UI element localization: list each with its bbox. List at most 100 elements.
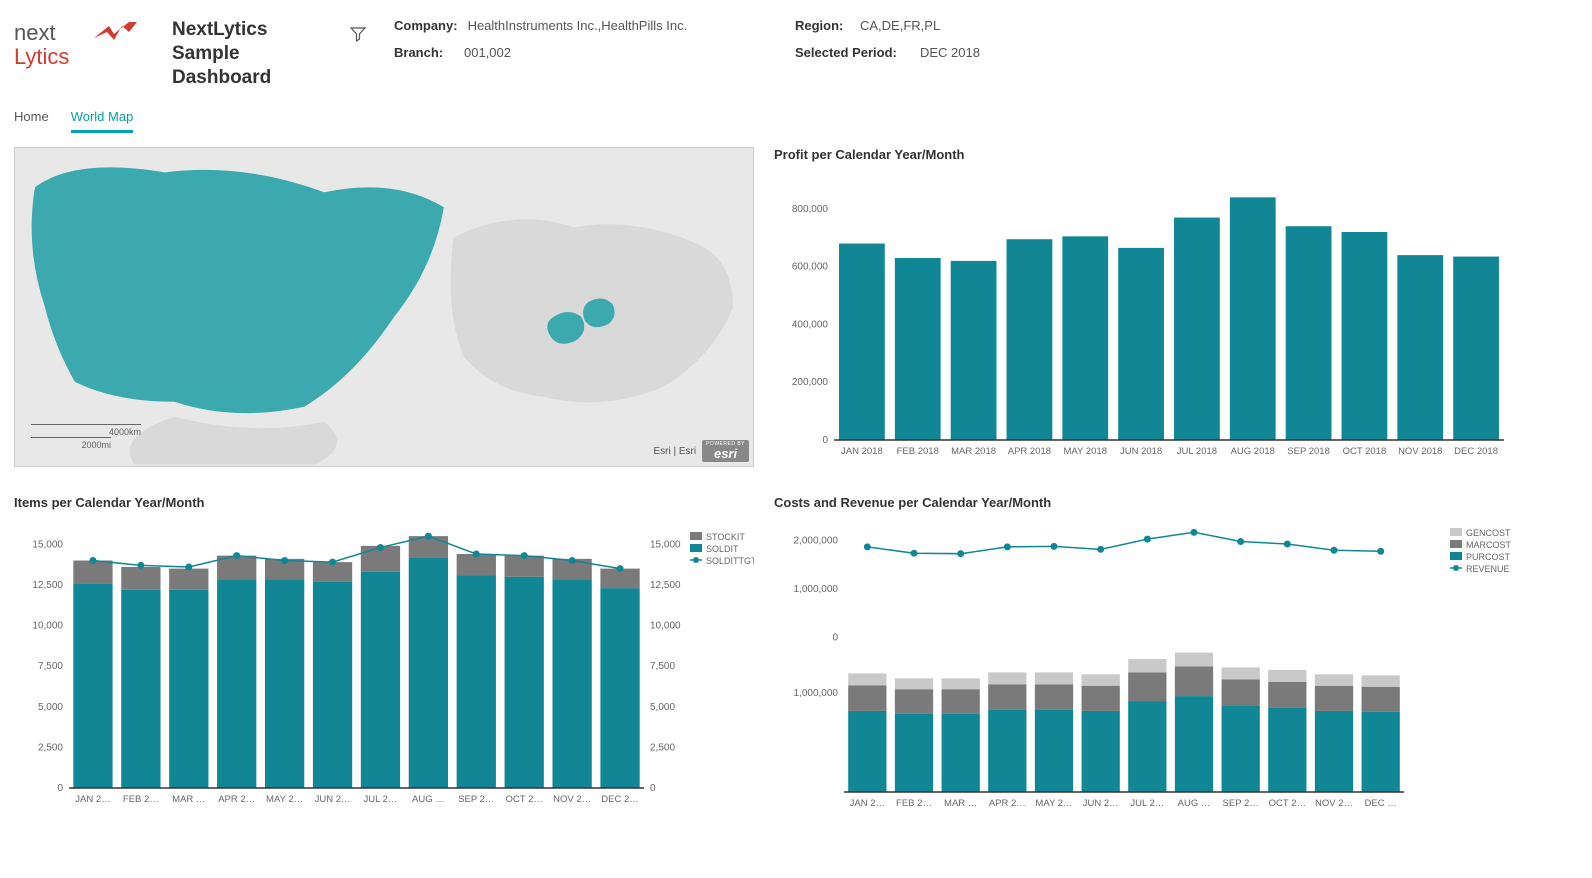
svg-text:MAY 2…: MAY 2… bbox=[266, 794, 303, 805]
svg-text:SEP 2018: SEP 2018 bbox=[1287, 446, 1330, 457]
svg-text:AUG …: AUG … bbox=[412, 794, 445, 805]
profit-title: Profit per Calendar Year/Month bbox=[774, 147, 1514, 162]
svg-text:15,000: 15,000 bbox=[32, 540, 63, 551]
esri-logo: esri bbox=[714, 447, 737, 460]
tab-home[interactable]: Home bbox=[14, 109, 49, 133]
svg-text:0: 0 bbox=[832, 633, 838, 644]
map-attribution: Esri | Esri POWERED BY esri bbox=[653, 440, 749, 462]
branch-label: Branch: bbox=[394, 45, 454, 60]
svg-text:JUN 2018: JUN 2018 bbox=[1120, 446, 1162, 457]
header: next Lytics NextLytics Sample Dashboard … bbox=[14, 8, 1578, 95]
svg-text:MAR …: MAR … bbox=[172, 794, 205, 805]
svg-text:FEB 2…: FEB 2… bbox=[896, 798, 932, 809]
svg-text:AUG 2018: AUG 2018 bbox=[1231, 446, 1275, 457]
svg-text:JUL 2…: JUL 2… bbox=[363, 794, 397, 805]
region-label: Region: bbox=[795, 18, 850, 33]
svg-text:7,500: 7,500 bbox=[650, 661, 675, 672]
svg-text:15,000: 15,000 bbox=[650, 540, 681, 551]
period-label: Selected Period: bbox=[795, 45, 910, 60]
svg-text:OCT 2…: OCT 2… bbox=[1269, 798, 1306, 809]
map-panel: 4000km 2000mi Esri | Esri POWERED BY esr… bbox=[14, 147, 754, 475]
filter-icon[interactable] bbox=[350, 18, 366, 47]
svg-text:STOCKIT: STOCKIT bbox=[706, 532, 745, 542]
attribution-text: Esri | Esri bbox=[653, 446, 696, 457]
profit-panel: Profit per Calendar Year/Month 0 200,000 4… bbox=[774, 147, 1514, 475]
svg-text:5,000: 5,000 bbox=[650, 702, 675, 713]
svg-text:2,500: 2,500 bbox=[38, 743, 63, 754]
profit-chart[interactable]: 0 200,000 400,000 600,000 800,000 JAN 2018 FEB… bbox=[774, 170, 1514, 475]
svg-text:APR 2018: APR 2018 bbox=[1008, 446, 1051, 457]
map-scalebar: 4000km 2000mi bbox=[31, 424, 141, 450]
svg-text:JAN 2…: JAN 2… bbox=[850, 798, 885, 809]
svg-text:800,000: 800,000 bbox=[792, 204, 829, 215]
svg-text:JUL 2…: JUL 2… bbox=[1130, 798, 1164, 809]
svg-text:1,000,000: 1,000,000 bbox=[794, 688, 839, 699]
svg-text:FEB 2018: FEB 2018 bbox=[897, 446, 939, 457]
company-label: Company: bbox=[394, 18, 458, 33]
svg-text:10,000: 10,000 bbox=[650, 621, 681, 632]
scale-km: 4000km bbox=[31, 427, 141, 437]
svg-text:MAR 2018: MAR 2018 bbox=[951, 446, 996, 457]
svg-text:OCT 2…: OCT 2… bbox=[506, 794, 543, 805]
tab-world-map[interactable]: World Map bbox=[71, 109, 134, 133]
svg-text:10,000: 10,000 bbox=[32, 621, 63, 632]
svg-text:JUN 2…: JUN 2… bbox=[315, 794, 351, 805]
svg-text:FEB 2…: FEB 2… bbox=[123, 794, 159, 805]
world-map[interactable]: 4000km 2000mi Esri | Esri POWERED BY esr… bbox=[14, 147, 754, 467]
svg-text:DEC …: DEC … bbox=[1365, 798, 1397, 809]
svg-text:JUN 2…: JUN 2… bbox=[1083, 798, 1119, 809]
svg-text:400,000: 400,000 bbox=[792, 320, 829, 331]
svg-text:PURCOST: PURCOST bbox=[1466, 552, 1511, 562]
svg-text:MAY 2018: MAY 2018 bbox=[1064, 446, 1107, 457]
region-value: CA,DE,FR,PL bbox=[860, 18, 940, 33]
svg-text:NOV 2…: NOV 2… bbox=[1315, 798, 1353, 809]
scale-mi: 2000mi bbox=[31, 440, 111, 450]
svg-text:MAR …: MAR … bbox=[944, 798, 977, 809]
filter-summary-left: Company: HealthInstruments Inc.,HealthPi… bbox=[384, 18, 1578, 60]
svg-text:OCT 2018: OCT 2018 bbox=[1343, 446, 1387, 457]
svg-text:5,000: 5,000 bbox=[38, 702, 63, 713]
items-title: Items per Calendar Year/Month bbox=[14, 495, 754, 510]
period-value: DEC 2018 bbox=[920, 45, 980, 60]
svg-text:1,000,000: 1,000,000 bbox=[794, 584, 839, 595]
company-value: HealthInstruments Inc.,HealthPills Inc. bbox=[468, 18, 688, 33]
svg-text:SOLDITTGT: SOLDITTGT bbox=[706, 556, 754, 566]
svg-text:JAN 2…: JAN 2… bbox=[75, 794, 110, 805]
svg-text:Lytics: Lytics bbox=[14, 44, 69, 69]
logo: next Lytics bbox=[14, 18, 154, 70]
svg-text:SEP 2…: SEP 2… bbox=[1223, 798, 1259, 809]
items-chart[interactable]: 0 0 2,500 2,500 5,000 5,000 7,500 7,500 10,000 10… bbox=[14, 518, 754, 823]
svg-text:7,500: 7,500 bbox=[38, 661, 63, 672]
svg-text:2,500: 2,500 bbox=[650, 743, 675, 754]
page-title: NextLytics Sample Dashboard bbox=[172, 18, 332, 89]
svg-text:0: 0 bbox=[650, 783, 656, 794]
filter-summary-right: Region: CA,DE,FR,PL Selected Period: DEC… bbox=[795, 18, 980, 60]
svg-text:12,500: 12,500 bbox=[32, 580, 63, 591]
svg-text:12,500: 12,500 bbox=[650, 580, 681, 591]
svg-text:DEC 2…: DEC 2… bbox=[601, 794, 638, 805]
svg-text:NOV 2…: NOV 2… bbox=[553, 794, 591, 805]
svg-text:SEP 2…: SEP 2… bbox=[458, 794, 494, 805]
costs-chart[interactable]: 0 1,000,000 2,000,000 1,000,000 JAN 2… FEB 2…… bbox=[774, 518, 1514, 823]
svg-text:APR 2…: APR 2… bbox=[218, 794, 255, 805]
svg-text:JUL 2018: JUL 2018 bbox=[1177, 446, 1217, 457]
svg-text:MAY 2…: MAY 2… bbox=[1035, 798, 1072, 809]
svg-text:600,000: 600,000 bbox=[792, 262, 829, 273]
svg-text:DEC 2018: DEC 2018 bbox=[1454, 446, 1498, 457]
svg-text:NOV 2018: NOV 2018 bbox=[1398, 446, 1442, 457]
items-panel: Items per Calendar Year/Month 0 0 2,500 2,5… bbox=[14, 495, 754, 823]
svg-text:200,000: 200,000 bbox=[792, 377, 829, 388]
svg-text:JAN 2018: JAN 2018 bbox=[841, 446, 883, 457]
svg-text:REVENUE: REVENUE bbox=[1466, 564, 1510, 574]
svg-text:APR 2…: APR 2… bbox=[989, 798, 1026, 809]
svg-text:GENCOST: GENCOST bbox=[1466, 528, 1511, 538]
svg-text:next: next bbox=[14, 20, 56, 45]
costs-panel: Costs and Revenue per Calendar Year/Mont… bbox=[774, 495, 1514, 823]
svg-text:AUG …: AUG … bbox=[1178, 798, 1211, 809]
tab-bar: Home World Map bbox=[14, 95, 1578, 133]
svg-text:2,000,000: 2,000,000 bbox=[794, 536, 839, 547]
svg-text:MARCOST: MARCOST bbox=[1466, 540, 1512, 550]
svg-text:SOLDIT: SOLDIT bbox=[706, 544, 739, 554]
svg-text:0: 0 bbox=[57, 783, 63, 794]
svg-text:0: 0 bbox=[822, 435, 828, 446]
